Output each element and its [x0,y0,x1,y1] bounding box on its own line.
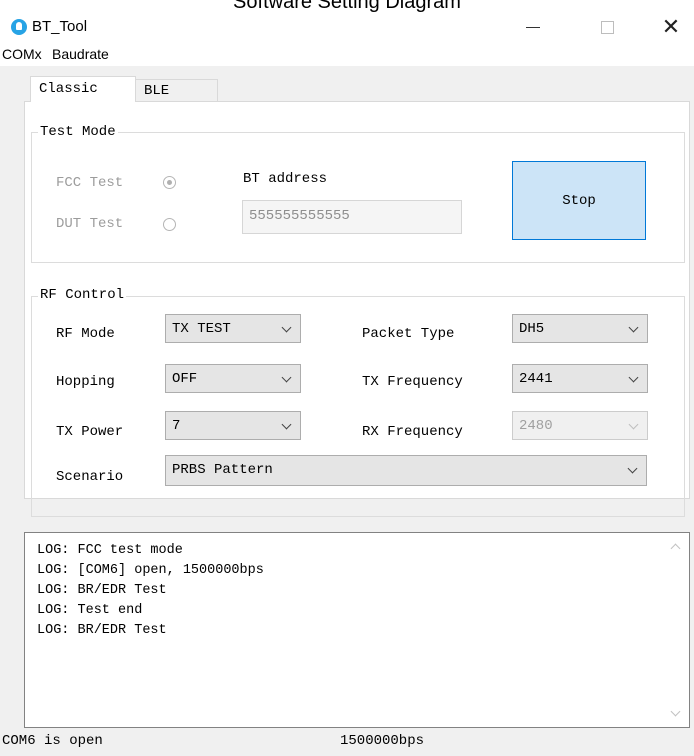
log-line: LOG: Test end [37,603,143,618]
maximize-button[interactable] [584,12,630,42]
packet-type-value: DH5 [519,321,545,337]
rx-frequency-value: 2480 [519,418,553,434]
window-title: BT_Tool [32,18,88,35]
scroll-up-icon[interactable] [670,543,681,554]
maximize-icon [600,20,614,34]
menu-baudrate[interactable]: Baudrate [52,46,109,62]
chevron-down-icon [628,322,639,333]
status-port: COM6 is open [2,733,103,749]
tx-power-value: 7 [172,418,181,434]
minimize-button[interactable] [510,12,556,42]
hopping-select[interactable]: OFF [165,364,301,393]
log-line: LOG: FCC test mode [37,543,183,558]
scenario-label: Scenario [56,469,124,485]
app-icon [11,19,27,35]
chevron-down-icon [628,419,639,430]
chevron-down-icon [281,372,292,383]
log-line: LOG: [COM6] open, 1500000bps [37,563,264,578]
hopping-label: Hopping [56,374,115,390]
rf-control-title: RF Control [38,287,127,303]
stop-button[interactable]: Stop [512,161,646,240]
fcc-test-label: FCC Test [56,175,124,191]
dut-test-label: DUT Test [56,216,124,232]
dut-test-radio[interactable] [163,218,176,231]
diagram-caption: Software Setting Diagram [233,0,461,13]
chevron-down-icon [281,419,292,430]
hopping-value: OFF [172,371,198,387]
menu-bar: COMx Baudrate [0,42,694,66]
rf-mode-label: RF Mode [56,326,115,342]
fcc-test-radio[interactable] [163,176,176,189]
minimize-icon [526,26,540,28]
tx-frequency-value: 2441 [519,371,553,387]
chevron-down-icon [281,322,292,333]
tx-frequency-label: TX Frequency [362,374,463,390]
rx-frequency-label: RX Frequency [362,424,463,440]
packet-type-label: Packet Type [362,326,455,342]
bt-address-label: BT address [243,171,328,187]
close-icon: ✕ [661,14,681,39]
packet-type-select[interactable]: DH5 [512,314,648,343]
log-line: LOG: BR/EDR Test [37,623,167,638]
close-button[interactable]: ✕ [648,12,694,42]
tx-power-select[interactable]: 7 [165,411,301,440]
chevron-down-icon [628,372,639,383]
menu-comx[interactable]: COMx [2,46,42,62]
tab-classic[interactable]: Classic [30,76,136,102]
log-line: LOG: BR/EDR Test [37,583,167,598]
rx-frequency-select[interactable]: 2480 [512,411,648,440]
log-lines: LOG: FCC test mode LOG: [COM6] open, 150… [37,541,264,641]
tx-power-label: TX Power [56,424,124,440]
title-bar: BT_Tool ✕ [0,12,694,42]
test-mode-title: Test Mode [38,124,118,140]
rf-mode-select[interactable]: TX TEST [165,314,301,343]
log-textarea[interactable]: LOG: FCC test mode LOG: [COM6] open, 150… [24,532,690,728]
status-baud: 1500000bps [340,733,425,749]
chevron-down-icon [627,463,638,474]
tab-ble[interactable]: BLE [135,79,218,101]
scenario-value: PRBS Pattern [172,462,273,478]
rf-mode-value: TX TEST [172,321,231,337]
scenario-select[interactable]: PRBS Pattern [165,455,647,486]
scroll-down-icon[interactable] [670,706,681,717]
bt-address-field[interactable]: 555555555555 [242,200,462,234]
tx-frequency-select[interactable]: 2441 [512,364,648,393]
